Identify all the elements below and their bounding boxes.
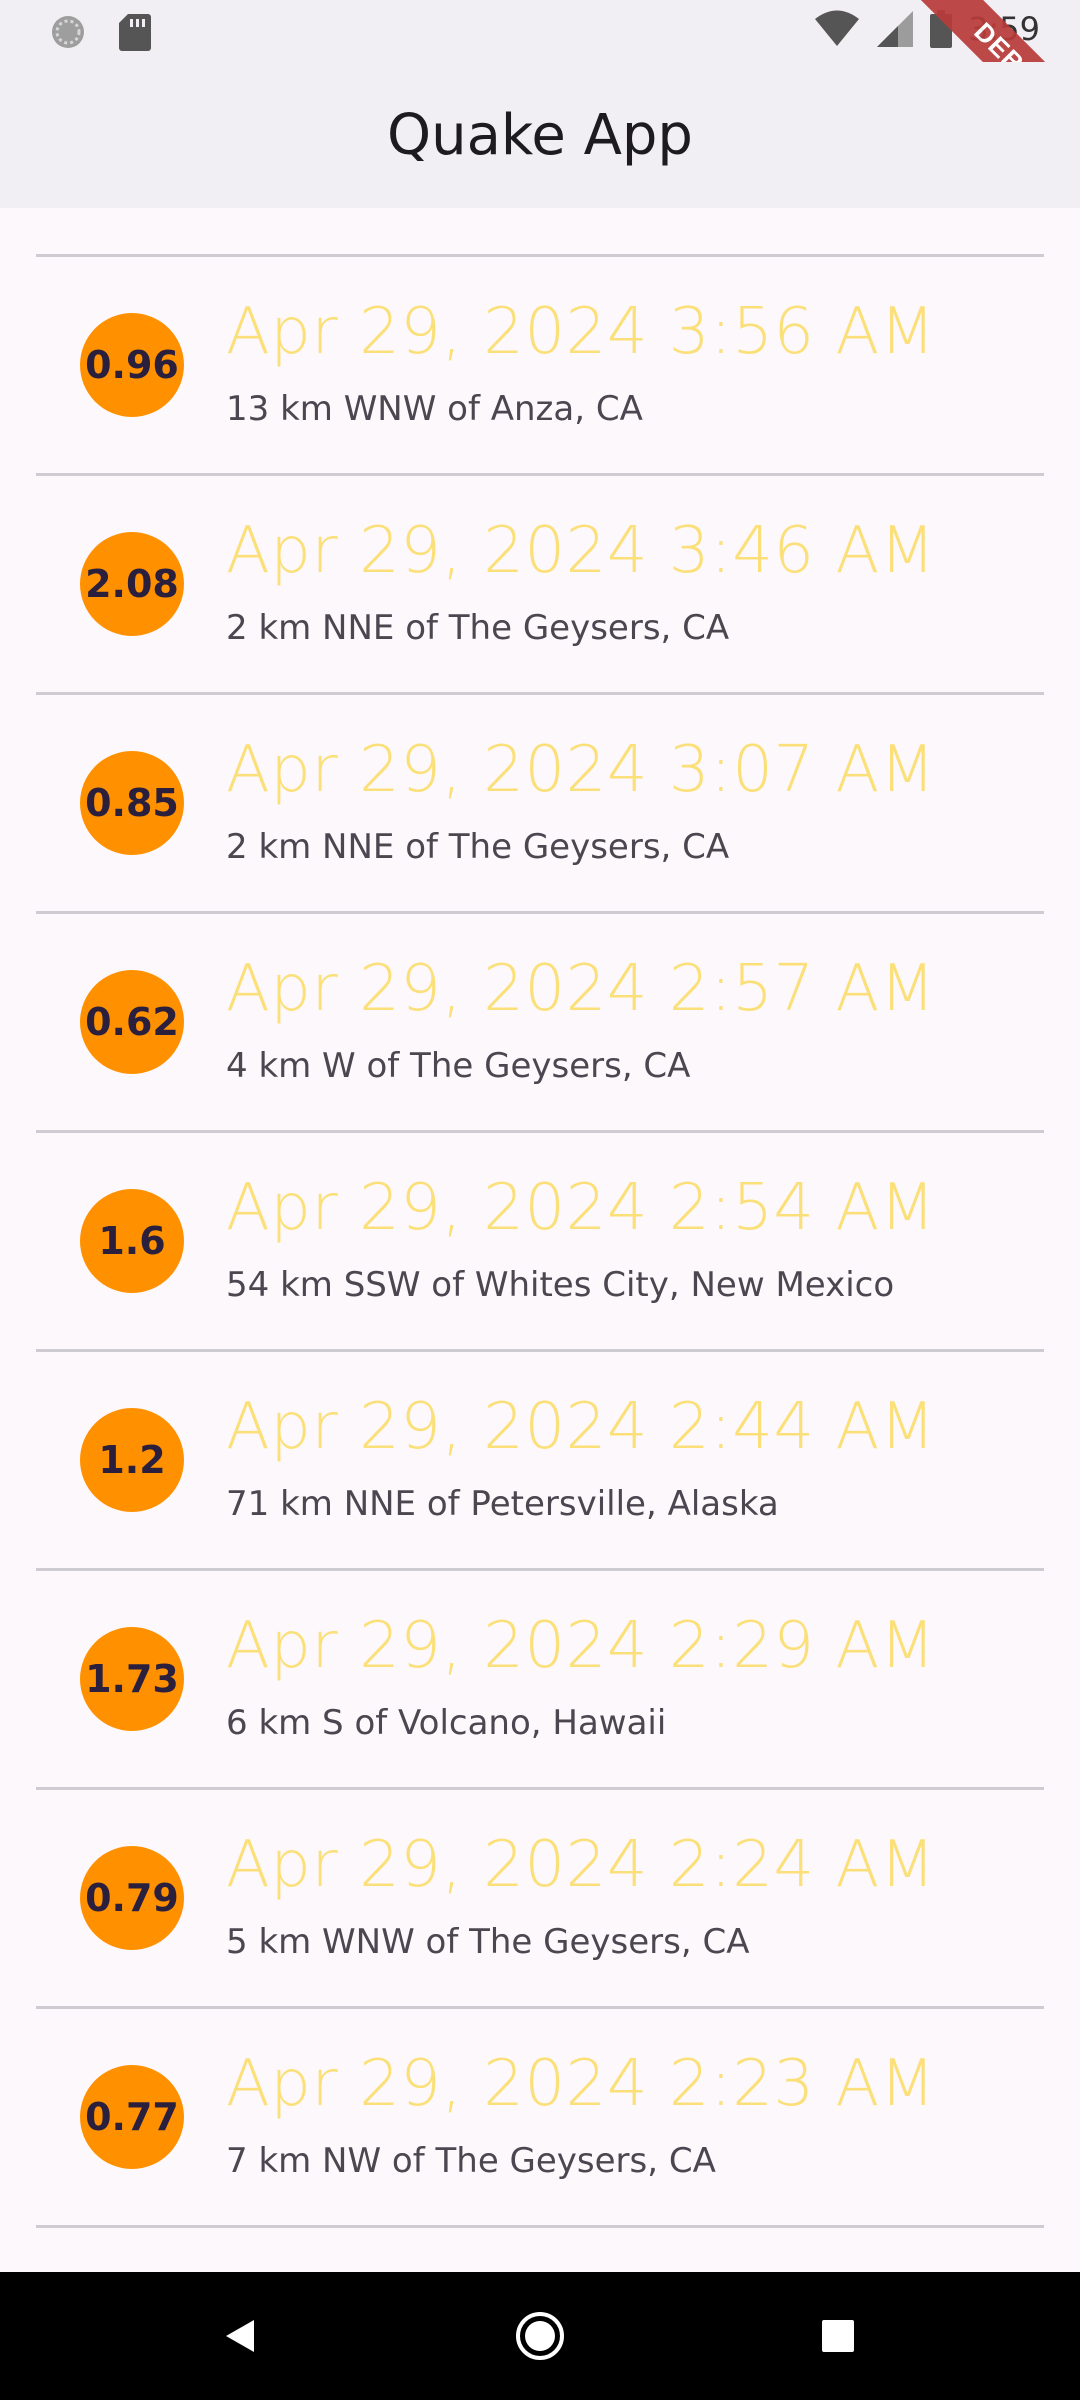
list-item[interactable]: 0.77 Apr 29, 2024 2:23 AM 7 km NW of The… xyxy=(36,2009,1044,2225)
quake-date: Apr 29, 2024 3:56 AM xyxy=(226,295,936,369)
list-item[interactable]: 0.62 Apr 29, 2024 2:57 AM 4 km W of The … xyxy=(36,914,1044,1130)
back-button[interactable] xyxy=(208,2304,272,2368)
clock: 3:59 xyxy=(968,10,1040,48)
list-item[interactable]: 1.6 Apr 29, 2024 2:54 AM 54 km SSW of Wh… xyxy=(36,1133,1044,1349)
home-icon xyxy=(516,2312,564,2360)
list-divider xyxy=(36,2225,1044,2228)
quake-date: Apr 29, 2024 2:24 AM xyxy=(226,1828,936,1902)
page-title: Quake App xyxy=(387,102,693,168)
quake-date: Apr 29, 2024 2:44 AM xyxy=(226,1390,936,1464)
quake-place: 7 km NW of The Geysers, CA xyxy=(226,2141,716,2181)
magnitude-badge: 1.73 xyxy=(80,1627,184,1731)
magnitude-badge: 0.77 xyxy=(80,2065,184,2169)
quake-date: Apr 29, 2024 2:23 AM xyxy=(226,2047,936,2121)
magnitude-badge: 0.79 xyxy=(80,1846,184,1950)
quake-date: Apr 29, 2024 3:46 AM xyxy=(226,514,936,588)
quake-date: Apr 29, 2024 3:07 AM xyxy=(226,733,936,807)
list-item[interactable]: 2.08 Apr 29, 2024 3:46 AM 2 km NNE of Th… xyxy=(36,476,1044,692)
magnitude-badge: 1.2 xyxy=(80,1408,184,1512)
list-item[interactable]: 1.73 Apr 29, 2024 2:29 AM 6 km S of Volc… xyxy=(36,1571,1044,1787)
quake-list[interactable]: 0.96 Apr 29, 2024 3:56 AM 13 km WNW of A… xyxy=(0,208,1080,2272)
magnitude-badge: 1.6 xyxy=(80,1189,184,1293)
quake-date: Apr 29, 2024 2:29 AM xyxy=(226,1609,936,1683)
list-item[interactable]: 0.85 Apr 29, 2024 3:07 AM 2 km NNE of Th… xyxy=(36,695,1044,911)
recents-button[interactable] xyxy=(806,2304,870,2368)
quake-date: Apr 29, 2024 2:57 AM xyxy=(226,952,936,1026)
quake-place: 13 km WNW of Anza, CA xyxy=(226,389,643,429)
magnitude-badge: 0.85 xyxy=(80,751,184,855)
list-item[interactable]: 1.2 Apr 29, 2024 2:44 AM 71 km NNE of Pe… xyxy=(36,1352,1044,1568)
list-item[interactable]: 0.96 Apr 29, 2024 3:56 AM 13 km WNW of A… xyxy=(36,257,1044,473)
sync-icon xyxy=(52,16,84,48)
quake-place: 5 km WNW of The Geysers, CA xyxy=(226,1922,750,1962)
quake-place: 4 km W of The Geysers, CA xyxy=(226,1046,691,1086)
app-bar: Quake App xyxy=(0,62,1080,208)
quake-date: Apr 29, 2024 2:54 AM xyxy=(226,1171,936,1245)
sd-card-icon xyxy=(119,14,151,51)
status-bar: 3:59 xyxy=(0,0,1080,62)
battery-icon xyxy=(930,10,953,48)
signal-icon xyxy=(877,11,914,47)
magnitude-badge: 0.62 xyxy=(80,970,184,1074)
back-icon xyxy=(226,2320,254,2352)
quake-place: 2 km NNE of The Geysers, CA xyxy=(226,608,730,648)
quake-place: 2 km NNE of The Geysers, CA xyxy=(226,827,730,867)
list-item[interactable]: 0.79 Apr 29, 2024 2:24 AM 5 km WNW of Th… xyxy=(36,1790,1044,2006)
recents-icon xyxy=(822,2320,854,2352)
magnitude-badge: 0.96 xyxy=(80,313,184,417)
quake-place: 6 km S of Volcano, Hawaii xyxy=(226,1703,667,1743)
system-nav-bar xyxy=(0,2272,1080,2400)
wifi-icon xyxy=(815,10,860,46)
magnitude-badge: 2.08 xyxy=(80,532,184,636)
quake-place: 71 km NNE of Petersville, Alaska xyxy=(226,1484,779,1524)
quake-place: 54 km SSW of Whites City, New Mexico xyxy=(226,1265,895,1305)
home-button[interactable] xyxy=(508,2304,572,2368)
